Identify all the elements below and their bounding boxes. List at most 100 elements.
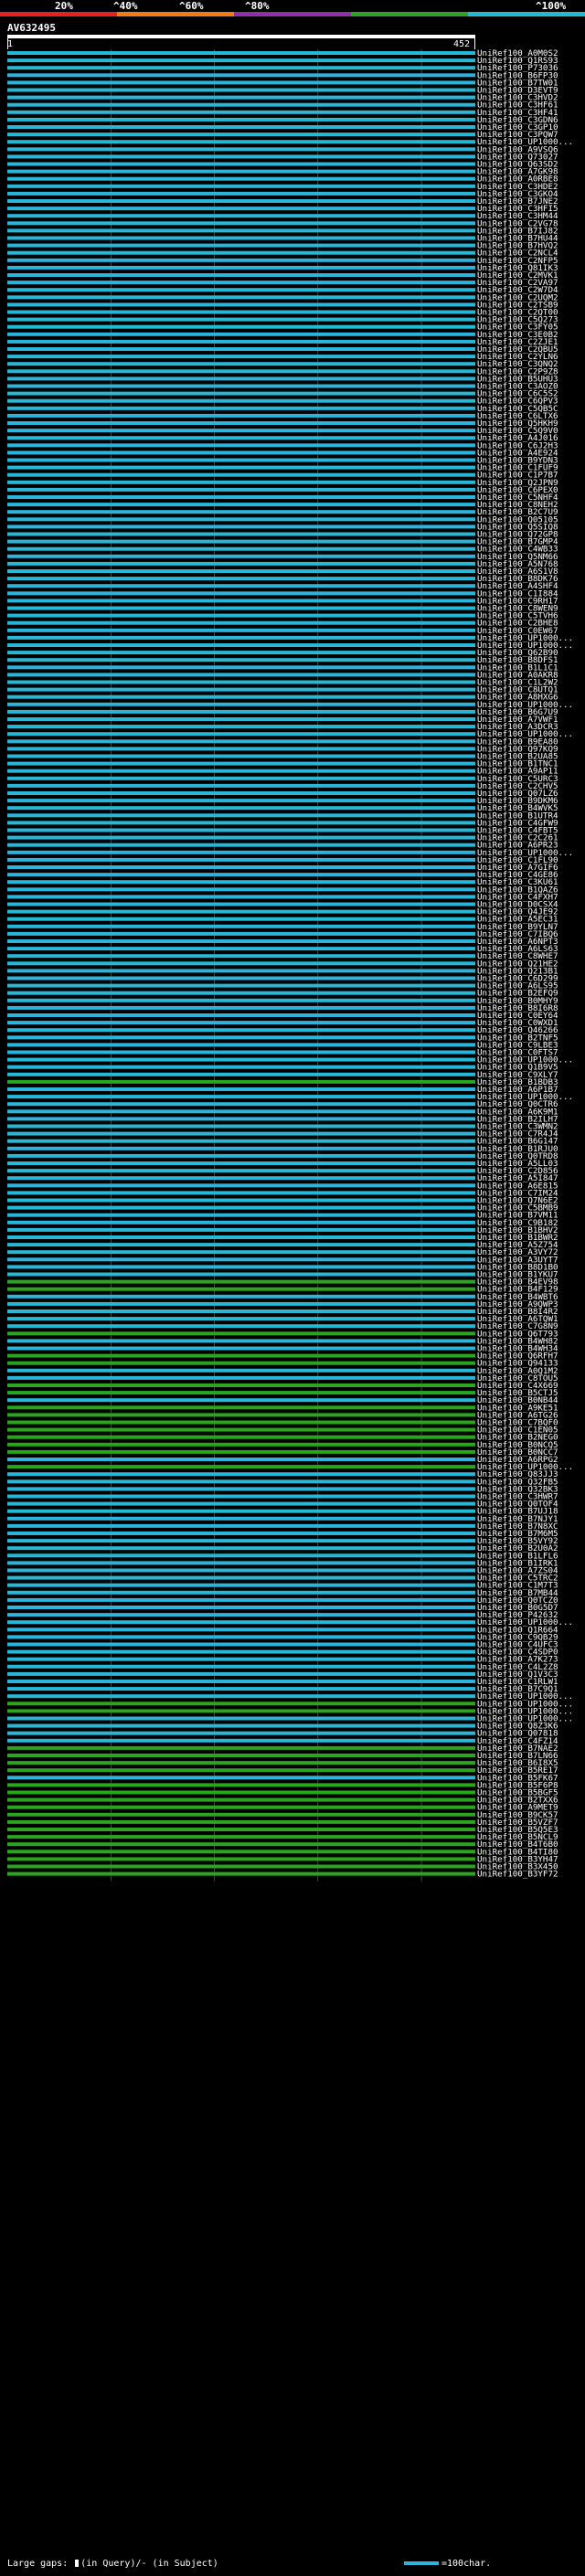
hit-bar[interactable] — [7, 694, 475, 699]
hit-bar[interactable] — [7, 924, 475, 928]
hit-bar[interactable] — [7, 347, 475, 351]
hit-bar[interactable] — [7, 228, 475, 233]
hit-bar[interactable] — [7, 1109, 475, 1114]
hit-bar[interactable] — [7, 1035, 475, 1040]
hit-bar[interactable] — [7, 857, 475, 862]
hit-bar[interactable] — [7, 939, 475, 943]
hit-bar[interactable] — [7, 725, 475, 729]
hit-bar[interactable] — [7, 1005, 475, 1010]
hit-bar[interactable] — [7, 1265, 475, 1269]
hit-bar[interactable] — [7, 1613, 475, 1617]
hit-bar[interactable] — [7, 221, 475, 226]
hit-bar[interactable] — [7, 184, 475, 188]
hit-bar[interactable] — [7, 495, 475, 499]
hit-bar[interactable] — [7, 1169, 475, 1173]
hit-bar[interactable] — [7, 1532, 475, 1535]
hit-bar[interactable] — [7, 828, 475, 832]
hit-bar[interactable] — [7, 1317, 475, 1321]
hit-bar[interactable] — [7, 95, 475, 100]
hit-bar[interactable] — [7, 80, 475, 85]
hit-bar[interactable] — [7, 480, 475, 484]
hit-bar[interactable] — [7, 169, 475, 174]
hit-bar[interactable] — [7, 154, 475, 159]
hit-bar[interactable] — [7, 961, 475, 966]
hit-bar[interactable] — [7, 1361, 475, 1365]
hit-bar[interactable] — [7, 1220, 475, 1224]
hit-bar[interactable] — [7, 295, 475, 300]
hit-bar[interactable] — [7, 1346, 475, 1351]
hit-bar[interactable] — [7, 1079, 475, 1084]
hit-bar[interactable] — [7, 983, 475, 988]
hit-bar[interactable] — [7, 1339, 475, 1343]
hit-bar[interactable] — [7, 58, 475, 63]
hit-bar[interactable] — [7, 665, 475, 670]
hit-bar[interactable] — [7, 909, 475, 914]
hit-bar[interactable] — [7, 1709, 475, 1713]
hit-bar[interactable] — [7, 1458, 475, 1461]
hit-bar[interactable] — [7, 236, 475, 240]
hit-label[interactable]: UniRef100_B3YF72 — [477, 1870, 558, 1880]
hit-bar[interactable] — [7, 1768, 475, 1773]
hit-bar[interactable] — [7, 658, 475, 663]
hit-bar[interactable] — [7, 51, 475, 55]
hit-bar[interactable] — [7, 317, 475, 322]
hit-bar[interactable] — [7, 680, 475, 684]
hit-bar[interactable] — [7, 1857, 475, 1861]
hit-bar[interactable] — [7, 398, 475, 403]
hit-bar[interactable] — [7, 413, 475, 418]
hit-bar[interactable] — [7, 620, 475, 625]
hit-bar[interactable] — [7, 1398, 475, 1403]
hit-bar[interactable] — [7, 133, 475, 137]
hit-bar[interactable] — [7, 1420, 475, 1425]
hit-bar[interactable] — [7, 1087, 475, 1091]
hit-bar[interactable] — [7, 931, 475, 936]
hit-bar[interactable] — [7, 73, 475, 78]
hit-bar[interactable] — [7, 310, 475, 314]
hit-bar[interactable] — [7, 1213, 475, 1217]
hit-bar[interactable] — [7, 376, 475, 381]
hit-bar[interactable] — [7, 443, 475, 448]
hit-bar[interactable] — [7, 1597, 475, 1602]
hit-bar[interactable] — [7, 503, 475, 507]
hit-bar[interactable] — [7, 1287, 475, 1291]
hit-bar[interactable] — [7, 1435, 475, 1439]
hit-bar[interactable] — [7, 1243, 475, 1247]
hit-bar[interactable] — [7, 525, 475, 529]
hit-bar[interactable] — [7, 880, 475, 885]
hit-bar[interactable] — [7, 873, 475, 877]
hit-bar[interactable] — [7, 1117, 475, 1121]
hit-bar[interactable] — [7, 791, 475, 795]
hit-bar[interactable] — [7, 1183, 475, 1188]
hit-bar[interactable] — [7, 1309, 475, 1313]
hit-bar[interactable] — [7, 1716, 475, 1721]
hit-bar[interactable] — [7, 1413, 475, 1417]
hit-bar[interactable] — [7, 1043, 475, 1047]
hit-bar[interactable] — [7, 702, 475, 706]
hit-bar[interactable] — [7, 517, 475, 522]
hit-bar[interactable] — [7, 1797, 475, 1802]
hit-bar[interactable] — [7, 1050, 475, 1055]
hit-bar[interactable] — [7, 606, 475, 610]
hit-bar[interactable] — [7, 1835, 475, 1839]
hit-bar[interactable] — [7, 1671, 475, 1676]
hit-bar[interactable] — [7, 332, 475, 336]
hit-bar[interactable] — [7, 1583, 475, 1587]
hit-bar[interactable] — [7, 1649, 475, 1654]
hit-bar[interactable] — [7, 1479, 475, 1484]
hit-bar[interactable] — [7, 584, 475, 588]
hit-bar[interactable] — [7, 1449, 475, 1454]
hit-bar[interactable] — [7, 324, 475, 329]
hit-bar[interactable] — [7, 451, 475, 455]
hit-bar[interactable] — [7, 1701, 475, 1706]
hit-bar[interactable] — [7, 947, 475, 951]
hit-bar[interactable] — [7, 1828, 475, 1831]
hit-bar[interactable] — [7, 783, 475, 788]
hit-bar[interactable] — [7, 1465, 475, 1469]
hit-bar[interactable] — [7, 865, 475, 869]
hit-bar[interactable] — [7, 1776, 475, 1780]
hit-bar[interactable] — [7, 1523, 475, 1528]
hit-bar[interactable] — [7, 754, 475, 758]
hit-bar[interactable] — [7, 532, 475, 536]
hit-bar[interactable] — [7, 1516, 475, 1521]
hit-bar[interactable] — [7, 747, 475, 751]
